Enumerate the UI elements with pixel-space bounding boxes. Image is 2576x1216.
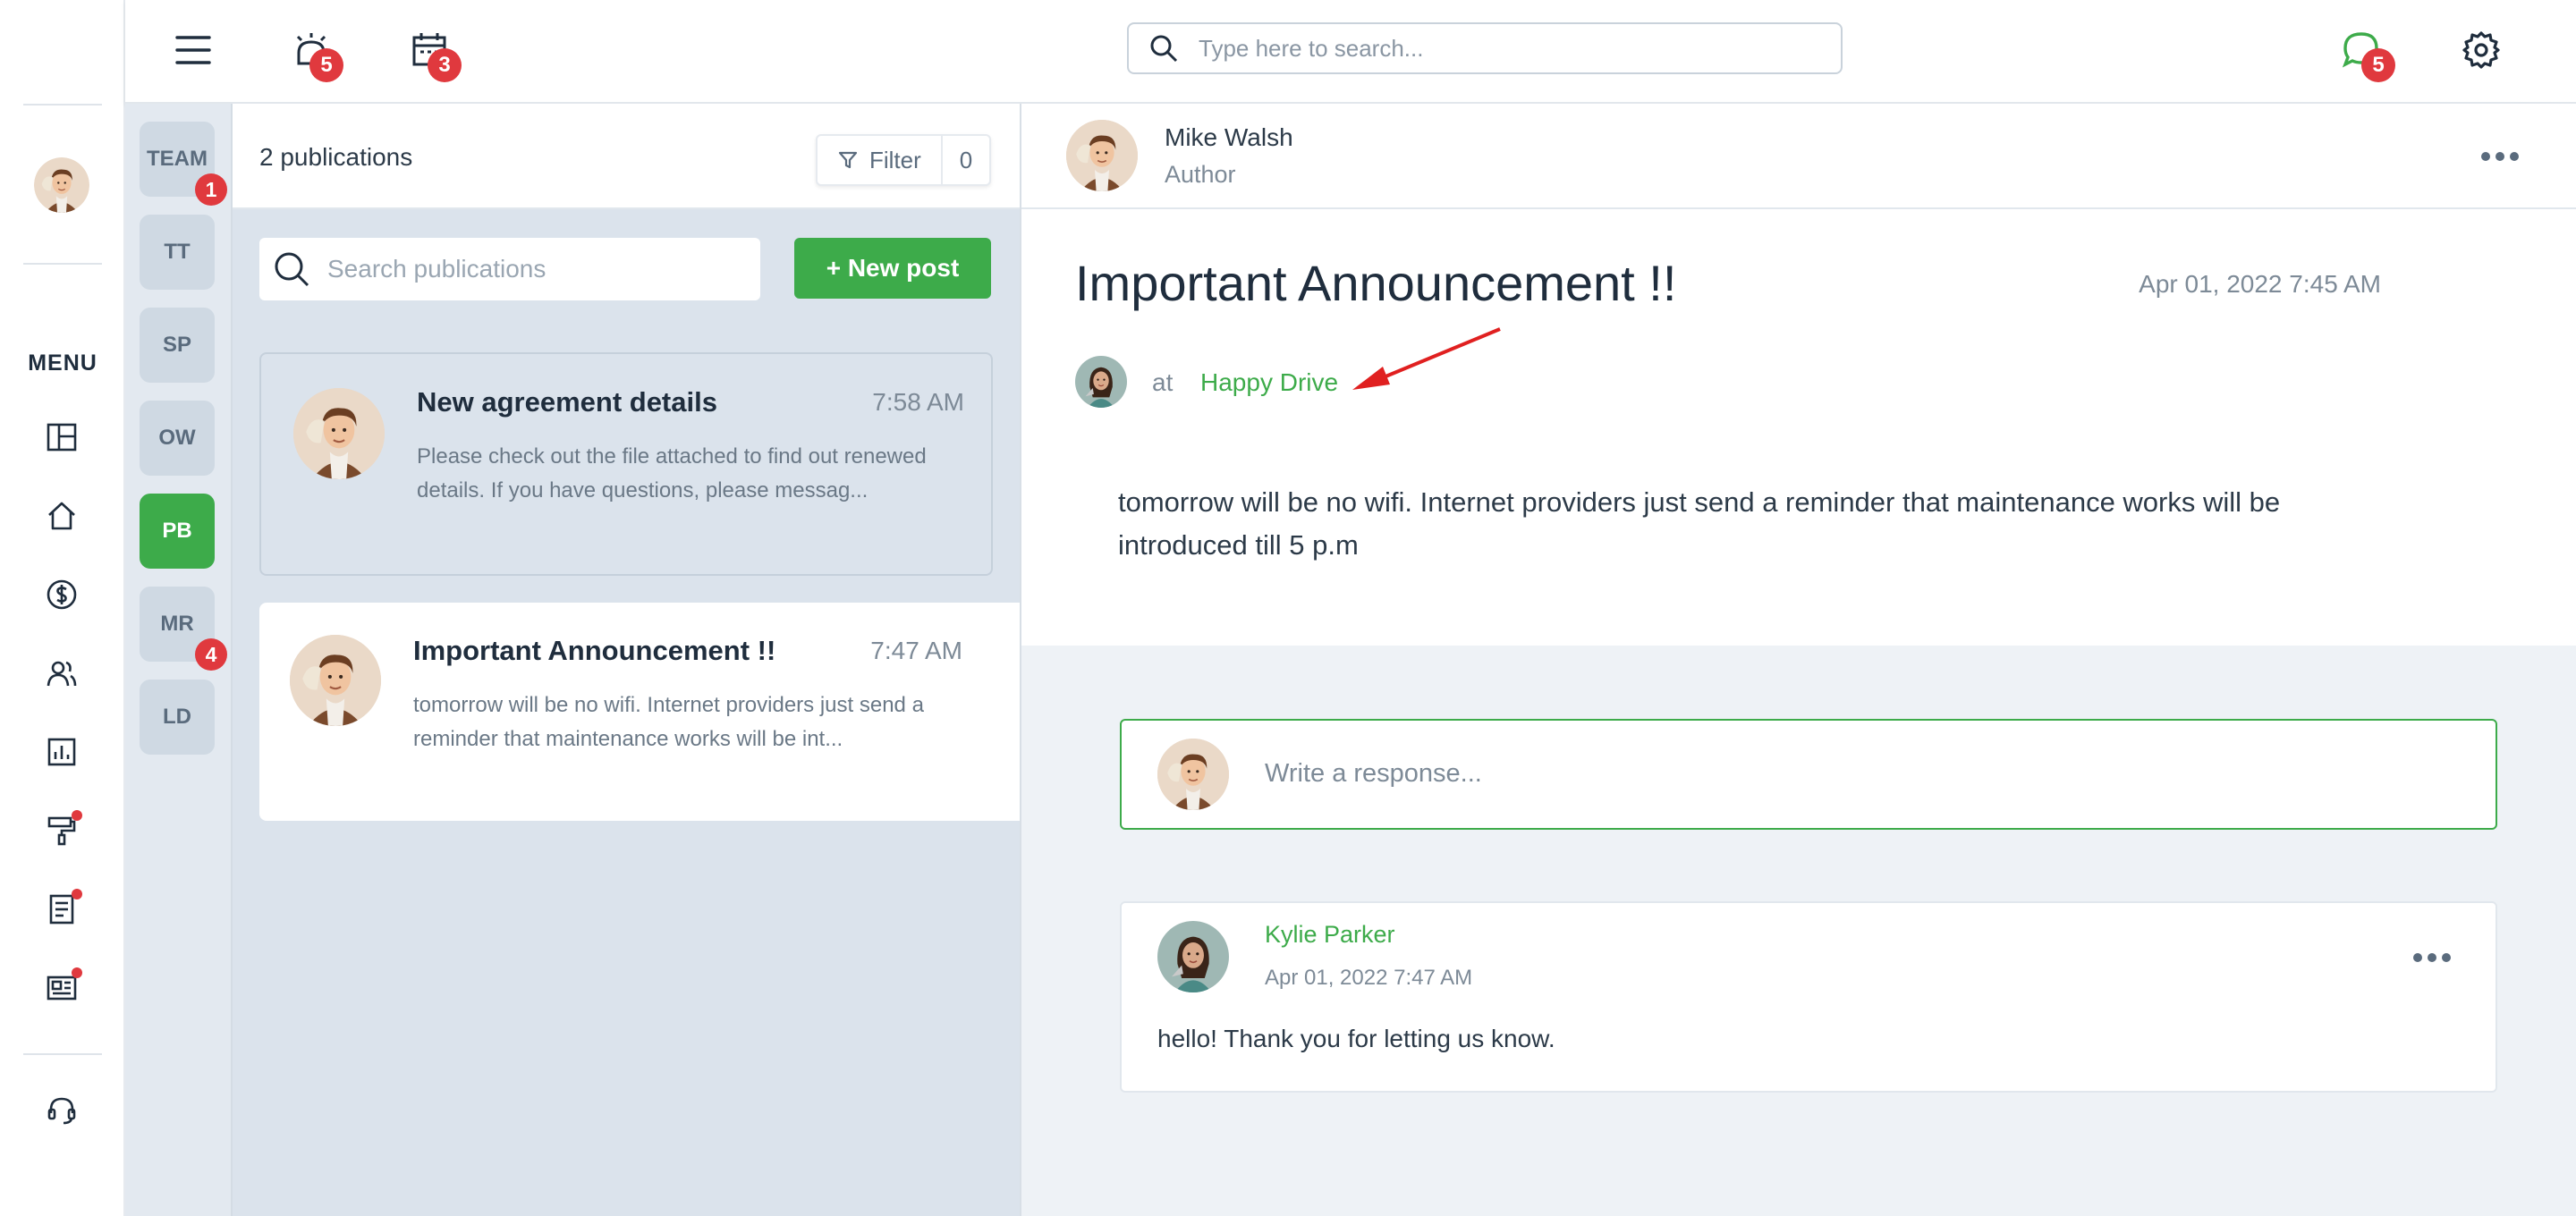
channel-badge: 1 xyxy=(195,173,227,206)
location-avatar xyxy=(1075,356,1127,408)
top-bar: 5 3 5 xyxy=(125,0,2576,104)
users-icon[interactable] xyxy=(41,653,82,694)
channel-label: TEAM xyxy=(147,147,208,171)
notification-dot xyxy=(72,810,82,821)
publications-search xyxy=(259,238,760,300)
at-label: at xyxy=(1152,368,1174,396)
publication-item[interactable]: Important Announcement !! 7:47 AM tomorr… xyxy=(259,603,1020,821)
alarm-icon[interactable]: 5 xyxy=(284,23,343,82)
channel-label: OW xyxy=(158,426,196,450)
user-avatar[interactable] xyxy=(34,157,89,213)
channel-label: LD xyxy=(163,705,191,729)
channel-ld[interactable]: LD xyxy=(140,680,215,755)
filter-icon xyxy=(838,151,858,169)
calendar-badge: 3 xyxy=(428,48,462,82)
channel-badge: 4 xyxy=(195,638,227,671)
publication-time: 7:47 AM xyxy=(870,637,962,664)
channel-label: SP xyxy=(162,333,191,357)
global-search xyxy=(1127,22,1843,74)
chart-icon[interactable] xyxy=(41,731,82,773)
user-avatar xyxy=(1157,739,1229,810)
filter-count: 0 xyxy=(959,146,973,173)
chat-icon[interactable]: 5 xyxy=(2334,23,2395,82)
channel-team[interactable]: TEAM 1 xyxy=(140,122,227,206)
new-post-button[interactable]: + New post xyxy=(794,238,991,299)
publications-search-input[interactable] xyxy=(327,255,748,283)
comment-text: hello! Thank you for letting us know. xyxy=(1157,1025,1555,1052)
dollar-icon[interactable] xyxy=(41,574,82,615)
filter-button[interactable]: Filter 0 xyxy=(816,134,991,186)
publication-detail: Mike Walsh Author Important Announcement… xyxy=(1020,104,2576,1216)
author-avatar xyxy=(1066,120,1138,191)
global-search-input[interactable] xyxy=(1199,34,1807,63)
channel-list: TEAM 1 TT SP OW PB MR 4 LD xyxy=(125,104,233,1216)
alarm-badge: 5 xyxy=(309,48,343,82)
publication-excerpt: Please check out the file attached to fi… xyxy=(417,444,927,502)
post-title: Important Announcement !! xyxy=(1075,255,1677,311)
commenter-avatar xyxy=(1157,921,1229,992)
response-input[interactable] xyxy=(1265,751,2428,796)
notification-dot xyxy=(72,889,82,899)
channel-pb[interactable]: PB xyxy=(140,494,215,569)
channel-label: MR xyxy=(160,612,194,636)
notification-dot xyxy=(72,967,82,978)
menu-label: MENU xyxy=(28,350,97,376)
channel-label: TT xyxy=(164,240,191,264)
dashboard-icon[interactable] xyxy=(41,417,82,458)
channel-ow[interactable]: OW xyxy=(140,401,215,476)
publications-count: 2 publications xyxy=(259,143,413,171)
response-box xyxy=(1120,719,2497,830)
post-body: tomorrow will be no wifi. Internet provi… xyxy=(1118,486,2281,561)
chat-badge: 5 xyxy=(2361,48,2395,82)
post-content: Important Announcement !! Apr 01, 2022 7… xyxy=(1021,209,2576,646)
author-role: Author xyxy=(1165,161,1236,188)
detail-header: Mike Walsh Author xyxy=(1021,104,2576,209)
author-avatar xyxy=(290,635,381,726)
publication-title: New agreement details xyxy=(417,386,717,418)
publications-panel: 2 publications Filter 0 + New post New a… xyxy=(233,104,1020,1216)
left-nav: MENU xyxy=(0,0,125,1216)
hamburger-menu-icon[interactable] xyxy=(166,23,220,77)
author-avatar xyxy=(293,388,385,479)
more-options-icon[interactable] xyxy=(2481,152,2519,161)
place-link[interactable]: Happy Drive xyxy=(1200,368,1338,397)
channel-sp[interactable]: SP xyxy=(140,308,215,383)
publication-excerpt: tomorrow will be no wifi. Internet provi… xyxy=(413,693,924,751)
publication-time: 7:58 AM xyxy=(872,388,964,416)
document-icon[interactable] xyxy=(41,889,82,930)
headset-icon[interactable] xyxy=(41,1089,82,1130)
commenter-name[interactable]: Kylie Parker xyxy=(1265,921,1395,949)
comment: Kylie Parker Apr 01, 2022 7:47 AM hello!… xyxy=(1120,901,2497,1093)
publication-title: Important Announcement !! xyxy=(413,635,776,666)
search-icon xyxy=(275,252,309,287)
nav-divider xyxy=(23,263,102,265)
calendar-icon[interactable]: 3 xyxy=(402,23,462,82)
home-icon[interactable] xyxy=(41,495,82,536)
channel-mr[interactable]: MR 4 xyxy=(140,587,227,671)
annotation-arrow-icon xyxy=(1352,327,1501,390)
publications-header: 2 publications Filter 0 xyxy=(233,104,1020,209)
filter-label: Filter xyxy=(869,146,921,173)
channel-tt[interactable]: TT xyxy=(140,215,215,290)
publication-item[interactable]: New agreement details 7:58 AM Please che… xyxy=(259,352,993,576)
newspaper-icon[interactable] xyxy=(41,967,82,1009)
paint-roller-icon[interactable] xyxy=(41,810,82,851)
nav-divider xyxy=(23,104,102,106)
author-name: Mike Walsh xyxy=(1165,123,1293,151)
nav-divider xyxy=(23,1053,102,1055)
search-icon xyxy=(1150,35,1178,63)
channel-label: PB xyxy=(162,519,192,543)
post-date: Apr 01, 2022 7:45 AM xyxy=(2139,270,2381,298)
gear-icon[interactable] xyxy=(2454,23,2508,77)
comment-more-options-icon[interactable] xyxy=(2413,953,2451,962)
comment-date: Apr 01, 2022 7:47 AM xyxy=(1265,966,1473,990)
